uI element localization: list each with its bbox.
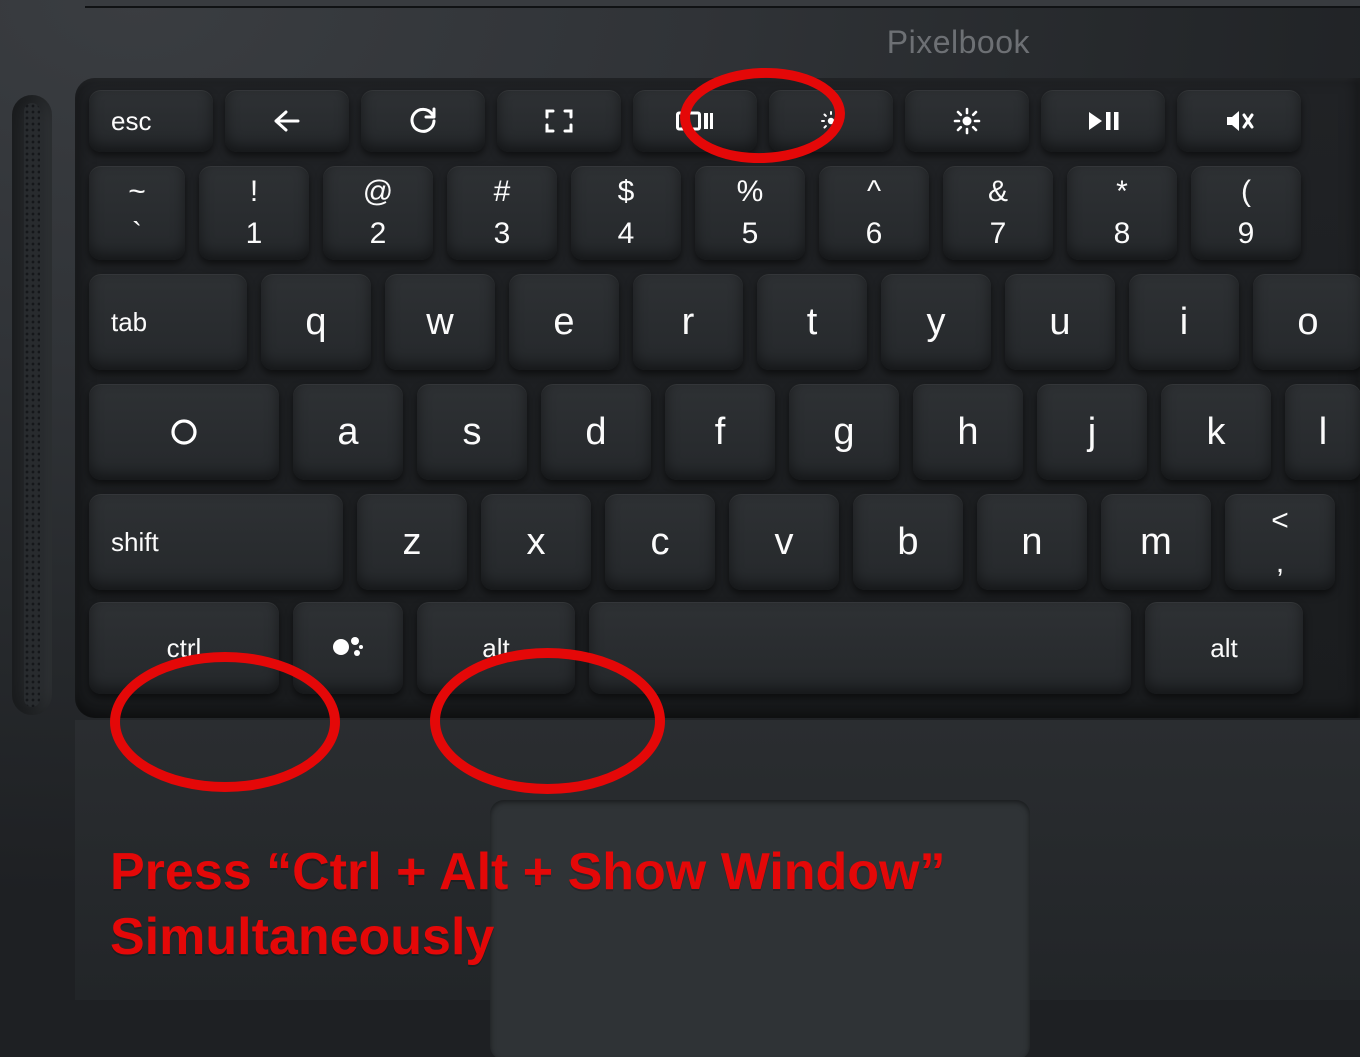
key-i[interactable]: i bbox=[1129, 274, 1239, 370]
key-o[interactable]: o bbox=[1253, 274, 1360, 370]
key-x[interactable]: x bbox=[481, 494, 591, 590]
key-b[interactable]: b bbox=[853, 494, 963, 590]
arrow-left-icon bbox=[225, 90, 349, 152]
key-h[interactable]: h bbox=[913, 384, 1023, 480]
key-search[interactable] bbox=[89, 384, 279, 480]
refresh-icon bbox=[361, 90, 485, 152]
key-1[interactable]: !1 bbox=[199, 166, 309, 260]
key-w[interactable]: w bbox=[385, 274, 495, 370]
key-shift[interactable]: shift bbox=[89, 494, 343, 590]
key-c[interactable]: c bbox=[605, 494, 715, 590]
pixelbook-keyboard-photo: { "brand":"Pixelbook", "fn":{"esc":"esc"… bbox=[0, 0, 1360, 1057]
key-5[interactable]: %5 bbox=[695, 166, 805, 260]
bezel-slit bbox=[85, 0, 1360, 8]
key-e[interactable]: e bbox=[509, 274, 619, 370]
key-7[interactable]: &7 bbox=[943, 166, 1053, 260]
key-f[interactable]: f bbox=[665, 384, 775, 480]
key-3[interactable]: #3 bbox=[447, 166, 557, 260]
mute-icon bbox=[1177, 90, 1301, 152]
key-s[interactable]: s bbox=[417, 384, 527, 480]
caption-line-1: Press “Ctrl + Alt + Show Window” bbox=[110, 840, 946, 905]
key-m[interactable]: m bbox=[1101, 494, 1211, 590]
key-backtick[interactable]: ~` bbox=[89, 166, 185, 260]
key-u[interactable]: u bbox=[1005, 274, 1115, 370]
key-refresh[interactable] bbox=[361, 90, 485, 152]
key-alt-right[interactable]: alt bbox=[1145, 602, 1303, 694]
key-fullscreen[interactable] bbox=[497, 90, 621, 152]
key-back[interactable] bbox=[225, 90, 349, 152]
annotation-caption: Press “Ctrl + Alt + Show Window” Simulta… bbox=[110, 840, 946, 970]
annotation-circle-ctrl bbox=[110, 652, 340, 792]
speaker-grill bbox=[12, 95, 52, 715]
keyboard-well: esc bbox=[75, 78, 1360, 718]
play-pause-icon bbox=[1041, 90, 1165, 152]
key-y[interactable]: y bbox=[881, 274, 991, 370]
key-comma[interactable]: <, bbox=[1225, 494, 1335, 590]
key-n[interactable]: n bbox=[977, 494, 1087, 590]
key-8[interactable]: *8 bbox=[1067, 166, 1177, 260]
brightness-high-icon bbox=[905, 90, 1029, 152]
key-label: esc bbox=[111, 106, 151, 137]
fullscreen-icon bbox=[497, 90, 621, 152]
key-mute[interactable] bbox=[1177, 90, 1301, 152]
key-tab[interactable]: tab bbox=[89, 274, 247, 370]
key-2[interactable]: @2 bbox=[323, 166, 433, 260]
key-l[interactable]: l bbox=[1285, 384, 1360, 480]
key-a[interactable]: a bbox=[293, 384, 403, 480]
key-6[interactable]: ^6 bbox=[819, 166, 929, 260]
key-k[interactable]: k bbox=[1161, 384, 1271, 480]
key-esc[interactable]: esc bbox=[89, 90, 213, 152]
key-brightness-up[interactable] bbox=[905, 90, 1029, 152]
key-q[interactable]: q bbox=[261, 274, 371, 370]
key-play-pause[interactable] bbox=[1041, 90, 1165, 152]
key-j[interactable]: j bbox=[1037, 384, 1147, 480]
key-g[interactable]: g bbox=[789, 384, 899, 480]
key-9[interactable]: (9 bbox=[1191, 166, 1301, 260]
key-space[interactable] bbox=[589, 602, 1131, 694]
annotation-circle-alt bbox=[430, 648, 665, 794]
circle-icon bbox=[89, 384, 279, 480]
key-d[interactable]: d bbox=[541, 384, 651, 480]
key-4[interactable]: $4 bbox=[571, 166, 681, 260]
brand-label: Pixelbook bbox=[887, 24, 1030, 61]
key-r[interactable]: r bbox=[633, 274, 743, 370]
key-v[interactable]: v bbox=[729, 494, 839, 590]
key-t[interactable]: t bbox=[757, 274, 867, 370]
caption-line-2: Simultaneously bbox=[110, 905, 946, 970]
key-z[interactable]: z bbox=[357, 494, 467, 590]
